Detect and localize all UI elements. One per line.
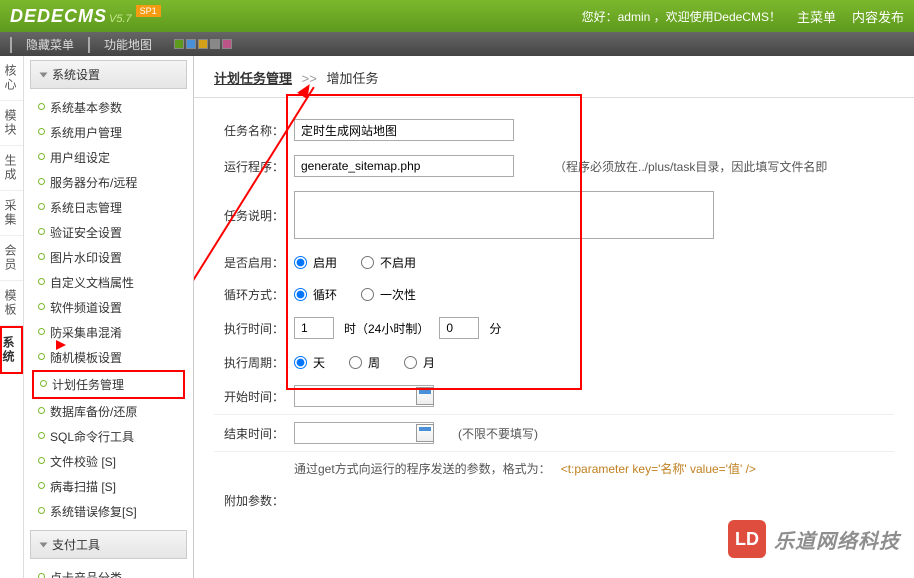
watermark-badge: LD bbox=[728, 520, 766, 558]
enable-on-radio[interactable]: 启用 bbox=[294, 254, 337, 271]
theme-color-swatch[interactable] bbox=[222, 39, 232, 49]
breadcrumb-root[interactable]: 计划任务管理 bbox=[214, 71, 292, 86]
annotation-arrow-icon bbox=[56, 340, 66, 350]
app-header: DEDECMS V5.7 SP1 您好：admin ，欢迎使用DedeCMS！ … bbox=[0, 0, 914, 32]
param-format-hint: 通过get方式向运行的程序发送的参数，格式为：<t:parameter key=… bbox=[294, 460, 894, 477]
breadcrumb-sep: >> bbox=[302, 71, 317, 86]
vtab-5[interactable]: 模板 bbox=[0, 281, 23, 326]
enable-off-radio[interactable]: 不启用 bbox=[361, 254, 416, 271]
sidebar-item[interactable]: 用户组设定 bbox=[32, 145, 185, 170]
sidebar-item[interactable]: 点卡产品分类 bbox=[32, 565, 185, 578]
sidebar-item[interactable]: 软件频道设置 bbox=[32, 295, 185, 320]
end-time-input[interactable] bbox=[294, 422, 434, 444]
main-content: 计划任务管理 >> 增加任务 任务名称： 运行程序： （程序必须放在../plu… bbox=[194, 56, 914, 578]
content-publish-link[interactable]: 内容发布 bbox=[852, 7, 904, 26]
sidebar-item[interactable]: 数据库备份/还原 bbox=[32, 399, 185, 424]
vertical-tab-strip: 核心模块生成采集会员模板系统 bbox=[0, 56, 24, 578]
vtab-2[interactable]: 生成 bbox=[0, 146, 23, 191]
sidebar-item[interactable]: 随机模板设置 bbox=[32, 345, 185, 370]
sidebar-section-system[interactable]: 系统设置 bbox=[30, 60, 187, 89]
loop-yes-radio[interactable]: 循环 bbox=[294, 286, 337, 303]
list-icon bbox=[10, 38, 22, 50]
desc-label: 任务说明： bbox=[214, 191, 294, 224]
sidebar-item[interactable]: 系统基本参数 bbox=[32, 95, 185, 120]
sidebar-item[interactable]: 病毒扫描 [S] bbox=[32, 474, 185, 499]
sidebar-item[interactable]: 系统日志管理 bbox=[32, 195, 185, 220]
function-map-button[interactable]: 功能地图 bbox=[88, 36, 152, 53]
vtab-1[interactable]: 模块 bbox=[0, 101, 23, 146]
sidebar-item[interactable]: 服务器分布/远程 bbox=[32, 170, 185, 195]
logo-text: DEDECMS bbox=[10, 6, 107, 27]
task-name-label: 任务名称： bbox=[214, 122, 294, 139]
logo-sp-badge: SP1 bbox=[136, 5, 161, 17]
sidebar-item[interactable]: 自定义文档属性 bbox=[32, 270, 185, 295]
end-time-label: 结束时间： bbox=[214, 425, 294, 442]
logo: DEDECMS V5.7 SP1 bbox=[10, 6, 161, 27]
period-day-radio[interactable]: 天 bbox=[294, 354, 325, 371]
sidebar-section-payment[interactable]: 支付工具 bbox=[30, 530, 187, 559]
desc-textarea[interactable] bbox=[294, 191, 714, 239]
program-input[interactable] bbox=[294, 155, 514, 177]
loop-label: 循环方式： bbox=[214, 286, 294, 303]
loop-once-radio[interactable]: 一次性 bbox=[361, 286, 416, 303]
watermark: LD 乐道网络科技 bbox=[728, 520, 900, 558]
start-time-label: 开始时间： bbox=[214, 388, 294, 405]
sidebar-item[interactable]: 防采集串混淆 bbox=[32, 320, 185, 345]
main-menu-link[interactable]: 主菜单 bbox=[797, 7, 836, 26]
enable-label: 是否启用： bbox=[214, 254, 294, 271]
sidebar-item[interactable]: 文件校验 [S] bbox=[32, 449, 185, 474]
logo-version: V5.7 bbox=[109, 13, 132, 25]
hide-menu-button[interactable]: 隐藏菜单 bbox=[10, 36, 74, 53]
exec-time-label: 执行时间： bbox=[214, 320, 294, 337]
theme-color-picker bbox=[174, 39, 232, 49]
calendar-icon[interactable] bbox=[416, 424, 434, 442]
vtab-3[interactable]: 采集 bbox=[0, 191, 23, 236]
sidebar-item[interactable]: 系统错误修复[S] bbox=[32, 499, 185, 524]
end-time-hint: (不限不要填写) bbox=[458, 425, 538, 442]
grid-icon bbox=[88, 38, 100, 50]
vtab-4[interactable]: 会员 bbox=[0, 236, 23, 281]
sidebar-item[interactable]: SQL命令行工具 bbox=[32, 424, 185, 449]
task-name-input[interactable] bbox=[294, 119, 514, 141]
period-month-radio[interactable]: 月 bbox=[404, 354, 435, 371]
theme-color-swatch[interactable] bbox=[198, 39, 208, 49]
sidebar-item[interactable]: 计划任务管理 bbox=[32, 370, 185, 399]
breadcrumb-current: 增加任务 bbox=[326, 71, 378, 86]
calendar-icon[interactable] bbox=[416, 387, 434, 405]
sidebar: 系统设置 系统基本参数系统用户管理用户组设定服务器分布/远程系统日志管理验证安全… bbox=[24, 56, 194, 578]
sidebar-item[interactable]: 图片水印设置 bbox=[32, 245, 185, 270]
program-hint: （程序必须放在../plus/task目录，因此填写文件名即 bbox=[554, 158, 827, 175]
hour-suffix: 时（24小时制） bbox=[344, 320, 429, 337]
theme-color-swatch[interactable] bbox=[186, 39, 196, 49]
hour-input[interactable] bbox=[294, 317, 334, 339]
theme-color-swatch[interactable] bbox=[210, 39, 220, 49]
toolbar: 隐藏菜单 功能地图 bbox=[0, 32, 914, 56]
period-label: 执行周期： bbox=[214, 354, 294, 371]
theme-color-swatch[interactable] bbox=[174, 39, 184, 49]
start-time-input[interactable] bbox=[294, 385, 434, 407]
sidebar-item[interactable]: 验证安全设置 bbox=[32, 220, 185, 245]
breadcrumb: 计划任务管理 >> 增加任务 bbox=[194, 56, 914, 98]
vtab-6[interactable]: 系统 bbox=[0, 326, 23, 374]
program-label: 运行程序： bbox=[214, 158, 294, 175]
minute-suffix: 分 bbox=[489, 320, 501, 337]
watermark-text: 乐道网络科技 bbox=[774, 525, 900, 554]
vtab-0[interactable]: 核心 bbox=[0, 56, 23, 101]
extra-params-label: 附加参数： bbox=[214, 492, 294, 509]
minute-input[interactable] bbox=[439, 317, 479, 339]
sidebar-item[interactable]: 系统用户管理 bbox=[32, 120, 185, 145]
period-week-radio[interactable]: 周 bbox=[349, 354, 380, 371]
welcome-text: 您好：admin ，欢迎使用DedeCMS！ bbox=[582, 8, 781, 25]
